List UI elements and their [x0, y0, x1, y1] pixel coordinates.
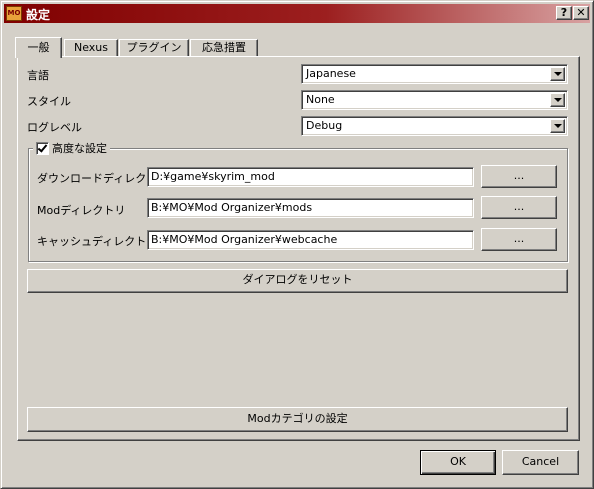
language-value: Japanese: [306, 67, 356, 80]
chevron-down-icon[interactable]: [550, 119, 565, 133]
cache-dir-input[interactable]: B:¥MO¥Mod Organizer¥webcache: [147, 230, 474, 250]
loglevel-select[interactable]: Debug: [301, 116, 568, 136]
mod-categories-button[interactable]: Modカテゴリの設定: [27, 407, 568, 432]
reset-dialogs-button[interactable]: ダイアログをリセット: [27, 269, 568, 293]
style-label: スタイル: [27, 95, 71, 108]
advanced-settings-checkbox[interactable]: [36, 141, 49, 155]
download-dir-browse-button[interactable]: ...: [481, 165, 557, 188]
download-dir-input[interactable]: D:¥game¥skyrim_mod: [147, 167, 474, 187]
advanced-settings-header[interactable]: 高度な設定: [33, 140, 110, 156]
tab-general[interactable]: 一般: [15, 37, 62, 58]
language-select[interactable]: Japanese: [301, 64, 568, 84]
style-select[interactable]: None: [301, 90, 568, 110]
close-button[interactable]: ✕: [573, 6, 589, 20]
advanced-settings-label: 高度な設定: [52, 142, 107, 155]
window-title: 設定: [26, 8, 51, 22]
title-bar[interactable]: MO 設定 ? ✕: [4, 4, 590, 23]
ok-button[interactable]: OK: [420, 450, 496, 475]
loglevel-value: Debug: [306, 119, 343, 132]
chevron-down-icon[interactable]: [550, 67, 565, 81]
mod-dir-input[interactable]: B:¥MO¥Mod Organizer¥mods: [147, 198, 474, 218]
language-label: 言語: [27, 69, 49, 82]
cancel-button[interactable]: Cancel: [502, 450, 579, 475]
settings-dialog: MO 設定 ? ✕ 一般 Nexus プラグイン 応急措置 言語 Japanes…: [0, 0, 594, 489]
mod-dir-browse-button[interactable]: ...: [481, 196, 557, 219]
tab-plugins[interactable]: プラグイン: [119, 39, 189, 57]
app-icon: MO: [6, 6, 22, 21]
loglevel-label: ログレベル: [27, 121, 82, 134]
style-value: None: [306, 93, 335, 106]
help-button[interactable]: ?: [556, 6, 572, 20]
mod-dir-label: Modディレクトリ: [37, 204, 126, 217]
close-icon: ✕: [576, 6, 586, 19]
cache-dir-label: キャッシュディレクトリ: [37, 235, 158, 248]
tab-nexus[interactable]: Nexus: [64, 39, 118, 57]
cache-dir-browse-button[interactable]: ...: [481, 228, 557, 251]
tab-workarounds[interactable]: 応急措置: [190, 39, 258, 57]
chevron-down-icon[interactable]: [550, 93, 565, 107]
